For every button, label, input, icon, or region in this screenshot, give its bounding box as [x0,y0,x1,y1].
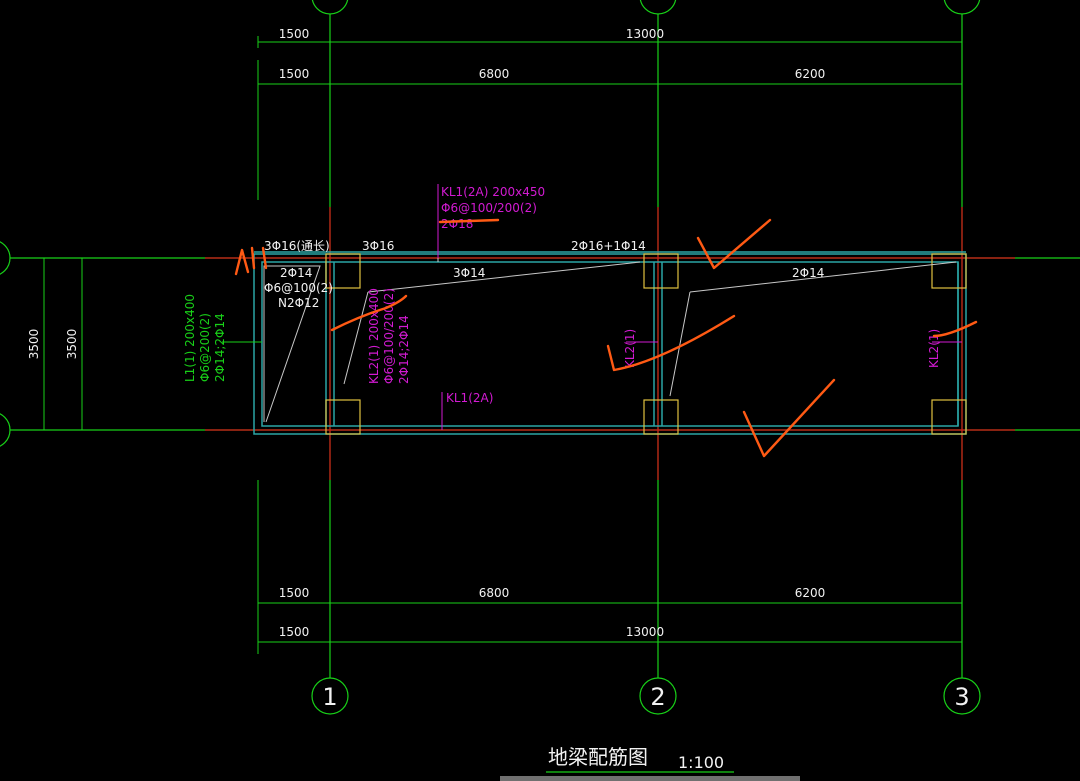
rebar-top-span1: 3Φ16 [362,239,394,253]
dim-bottom-inner-6200: 6200 [795,586,826,600]
drawing-canvas: 1500 13000 1500 6800 6200 1500 6800 6200… [0,0,1080,781]
drawing-scale: 1:100 [678,753,724,772]
dim-top-inner-6800: 6800 [479,67,510,81]
l1-stirrup: Φ6@200(2) [198,313,212,382]
cant-waist-bars: N2Φ12 [278,296,319,310]
l1-bars: 2Φ14;2Φ14 [213,313,227,382]
dim-bottom-inner-1500: 1500 [279,586,310,600]
kl2-axis2-label: KL2(1) [623,329,637,368]
kl2-left-stirrup: Φ6@100/200(2) [382,288,396,384]
drawing-title: 地梁配筋图 [548,745,648,769]
rebar-top-cantilever: 3Φ16(通长) [264,239,330,253]
dim-bottom-outer-1500: 1500 [279,625,310,639]
dim-top-inner-1500: 1500 [279,67,310,81]
kl1-note-size: KL1(2A) 200x450 [441,185,545,199]
dim-bottom-inner-6800: 6800 [479,586,510,600]
dim-top-inner-6200: 6200 [795,67,826,81]
kl2-left-size: KL2(1) 200x400 [367,288,381,384]
axis-label-3: 3 [954,683,969,711]
rebar-top-span2: 2Φ16+1Φ14 [571,239,646,253]
dim-top-outer-13000: 13000 [626,27,664,41]
kl1-note-bars: 2Φ18 [441,217,473,231]
rebar-mid-span1: 3Φ14 [453,266,485,280]
l1-size: L1(1) 200x400 [183,294,197,382]
rebar-mid-span2: 2Φ14 [792,266,824,280]
kl1-bottom-label: KL1(2A) [446,391,493,405]
axis-label-2: 2 [650,683,665,711]
dim-top-outer-1500: 1500 [279,27,310,41]
bottom-scrollbar[interactable] [500,776,800,781]
dim-left-3500-outer: 3500 [27,329,41,360]
axis-label-1: 1 [322,683,337,711]
dim-bottom-outer-13000: 13000 [626,625,664,639]
kl2-left-bars: 2Φ14;2Φ14 [397,315,411,384]
cant-stirrup: Φ6@100(2) [264,281,333,295]
kl1-note-stirrup: Φ6@100/200(2) [441,201,537,215]
rebar-mid-cantilever: 2Φ14 [280,266,312,280]
dim-left-3500-inner: 3500 [65,329,79,360]
